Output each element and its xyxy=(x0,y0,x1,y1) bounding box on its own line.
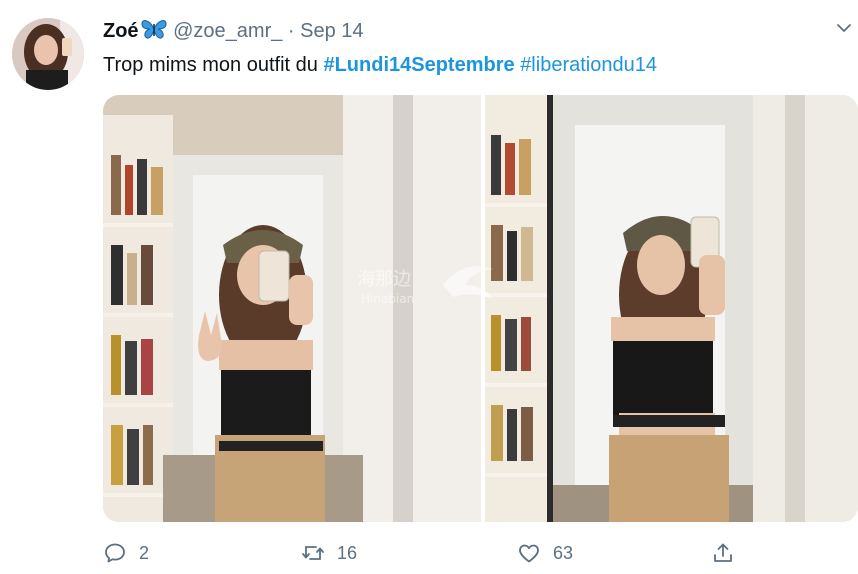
separator: · xyxy=(282,20,301,42)
retweet-button[interactable]: 16 xyxy=(301,538,357,568)
tweet-date[interactable]: Sep 14 xyxy=(300,20,363,42)
hashtag-link-2[interactable]: #liberationdu14 xyxy=(520,54,657,76)
tweet-header: Zoé @zoe_amr_ · Sep 14 xyxy=(103,18,364,44)
retweet-icon xyxy=(302,546,324,560)
reply-icon xyxy=(105,543,125,563)
hashtag-link-1[interactable]: #Lundi14Septembre xyxy=(323,54,514,76)
tweet-text-prefix: Trop mims mon outfit du xyxy=(103,54,324,76)
media-container[interactable]: 海那边 Hinabian xyxy=(103,95,858,522)
display-name[interactable]: Zoé xyxy=(103,20,139,42)
butterfly-icon xyxy=(140,18,168,40)
watermark-logo: 海那边 Hinabian xyxy=(357,266,493,306)
avatar[interactable] xyxy=(12,18,84,90)
watermark-en: Hinabian xyxy=(361,292,414,306)
share-button[interactable] xyxy=(711,538,747,568)
retweet-count: 16 xyxy=(337,542,358,563)
photo-right[interactable] xyxy=(485,95,858,522)
user-handle[interactable]: @zoe_amr_ xyxy=(173,20,282,42)
like-count: 63 xyxy=(553,542,574,563)
tweet-actions: 2 16 63 xyxy=(103,538,743,568)
chevron-down-icon[interactable] xyxy=(834,18,854,38)
tweet-text: Trop mims mon outfit du #Lundi14Septembr… xyxy=(103,52,657,78)
reply-button[interactable]: 2 xyxy=(103,538,149,568)
watermark-cn: 海那边 xyxy=(357,269,411,290)
like-button[interactable]: 63 xyxy=(517,538,573,568)
share-icon xyxy=(714,543,732,562)
reply-count: 2 xyxy=(139,542,150,563)
heart-icon xyxy=(519,544,539,563)
